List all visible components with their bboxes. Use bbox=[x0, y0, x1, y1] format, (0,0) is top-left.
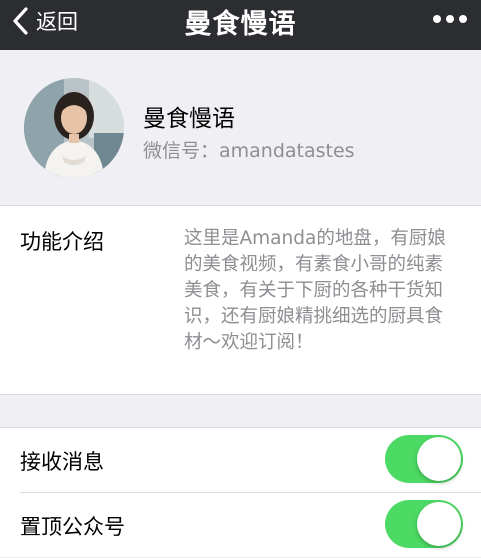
wechat-id: 微信号：amandatastes bbox=[143, 140, 355, 162]
pin-account-toggle[interactable] bbox=[385, 500, 463, 548]
account-name: 曼食慢语 bbox=[143, 106, 235, 132]
dot bbox=[446, 15, 454, 23]
pin-account-label: 置顶公众号 bbox=[20, 515, 125, 539]
function-intro-section: 功能介绍 这里是Amanda的地盘，有厨娘的美食视频，有素食小哥的纯素美食，有关… bbox=[0, 205, 481, 395]
intro-text: 这里是Amanda的地盘，有厨娘的美食视频，有素食小哥的纯素美食，有关于下厨的各… bbox=[184, 228, 446, 353]
intro-label: 功能介绍 bbox=[20, 230, 104, 254]
page-title: 曼食慢语 bbox=[184, 9, 297, 40]
nav-bar: 返回 曼食慢语 bbox=[0, 0, 481, 50]
toggle-knob bbox=[417, 437, 461, 481]
pin-account-row[interactable]: 置顶公众号 bbox=[0, 493, 481, 558]
settings-list: 接收消息 置顶公众号 bbox=[0, 427, 481, 557]
avatar-image bbox=[24, 78, 124, 178]
dot bbox=[459, 15, 467, 23]
receive-messages-toggle[interactable] bbox=[385, 435, 463, 483]
toggle-knob bbox=[417, 502, 461, 546]
avatar bbox=[24, 78, 124, 178]
account-profile: 曼食慢语 微信号：amandatastes bbox=[0, 50, 481, 205]
receive-messages-row[interactable]: 接收消息 bbox=[0, 428, 481, 493]
receive-messages-label: 接收消息 bbox=[20, 450, 104, 474]
more-dots-icon[interactable] bbox=[433, 14, 467, 24]
dot bbox=[433, 15, 441, 23]
